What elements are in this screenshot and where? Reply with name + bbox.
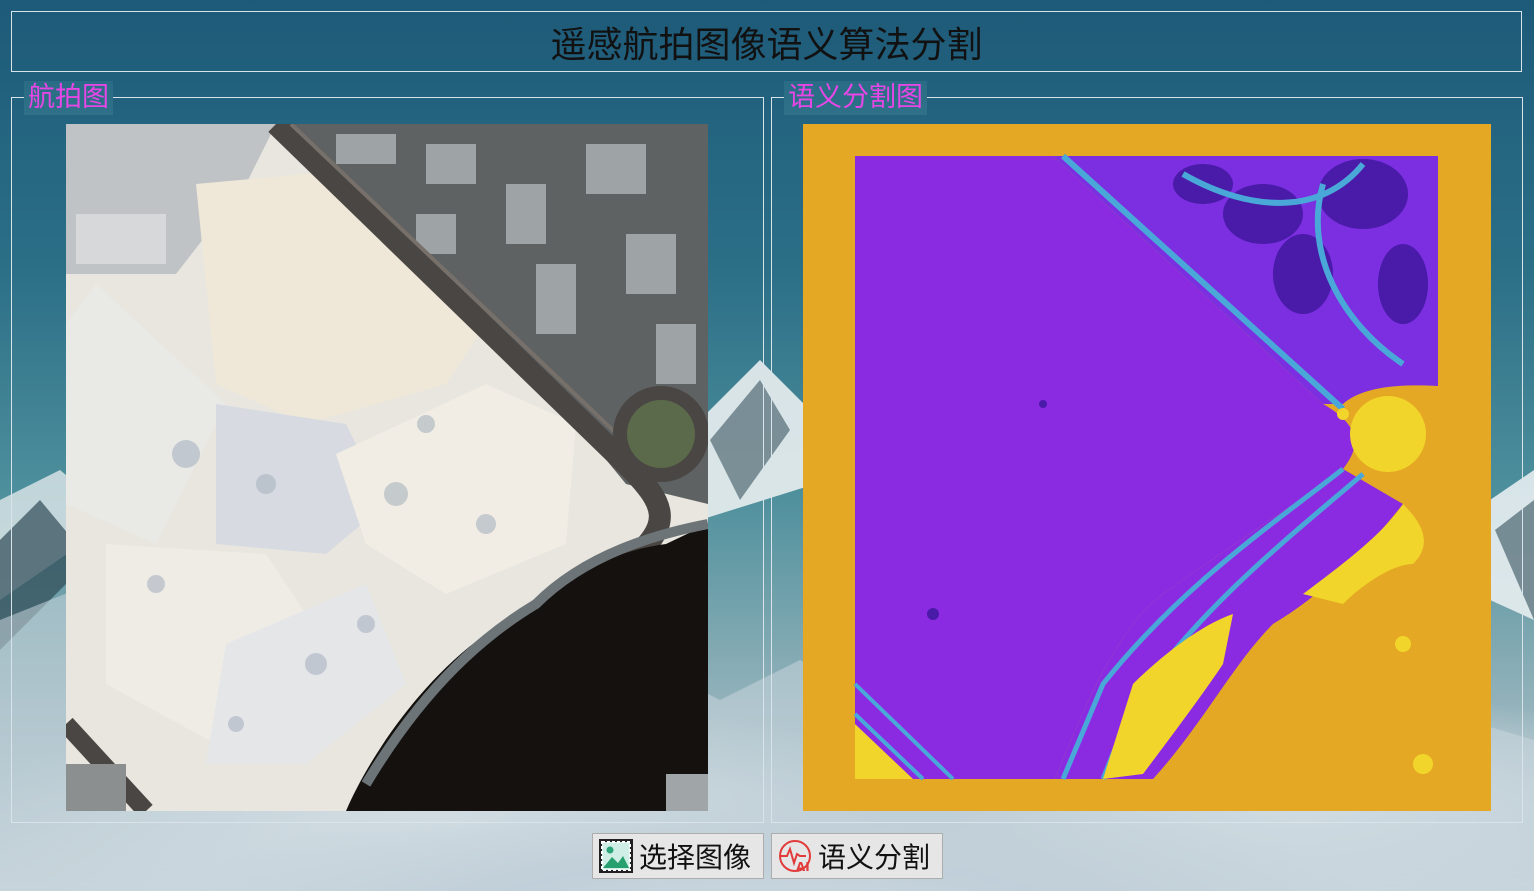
select-image-label: 选择图像 bbox=[639, 841, 752, 874]
app-title: 遥感航拍图像语义算法分割 bbox=[550, 24, 983, 66]
aerial-image bbox=[66, 124, 708, 811]
segment-button[interactable]: AI 语义分割 bbox=[771, 833, 943, 879]
select-image-button[interactable]: 选择图像 bbox=[592, 833, 764, 879]
image-icon bbox=[599, 839, 633, 873]
aerial-group-label: 航拍图 bbox=[24, 81, 113, 115]
segmentation-image bbox=[803, 124, 1491, 811]
ai-pulse-icon: AI bbox=[779, 840, 811, 874]
segment-label: 语义分割 bbox=[818, 841, 931, 874]
svg-text:AI: AI bbox=[796, 860, 810, 874]
title-bar: 遥感航拍图像语义算法分割 bbox=[11, 11, 1522, 72]
segmentation-group-label: 语义分割图 bbox=[784, 81, 927, 115]
